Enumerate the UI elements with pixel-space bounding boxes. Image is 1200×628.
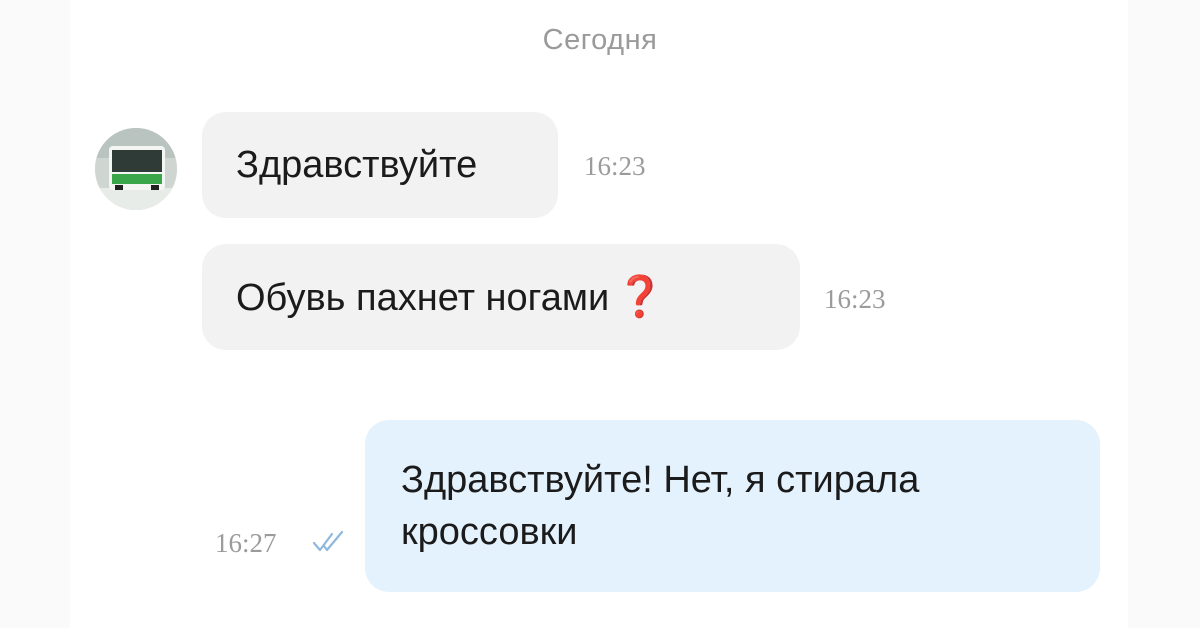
message-time: 16:23 xyxy=(584,151,646,181)
message-bubble-outgoing[interactable]: Здравствуйте! Нет, я стирала кроссовки xyxy=(365,420,1100,592)
message-bubble-incoming[interactable]: Обувь пахнет ногами ❓ xyxy=(202,244,800,350)
message-time: 16:27 xyxy=(215,528,277,558)
double-check-icon xyxy=(312,530,344,552)
message-time: 16:23 xyxy=(824,284,886,314)
message-text: Здравствуйте! Нет, я стирала кроссовки xyxy=(401,459,920,553)
message-bubble-incoming[interactable]: Здравствуйте xyxy=(202,112,558,218)
message-text: Здравствуйте xyxy=(236,144,478,186)
date-separator: Сегодня xyxy=(542,24,658,56)
question-mark-emoji: ❓ xyxy=(615,275,666,319)
avatar[interactable] xyxy=(95,128,177,210)
message-text: Обувь пахнет ногами xyxy=(236,277,610,319)
message-text-wrap: Обувь пахнет ногами ❓ xyxy=(236,271,665,324)
bus-photo-icon xyxy=(95,128,177,210)
